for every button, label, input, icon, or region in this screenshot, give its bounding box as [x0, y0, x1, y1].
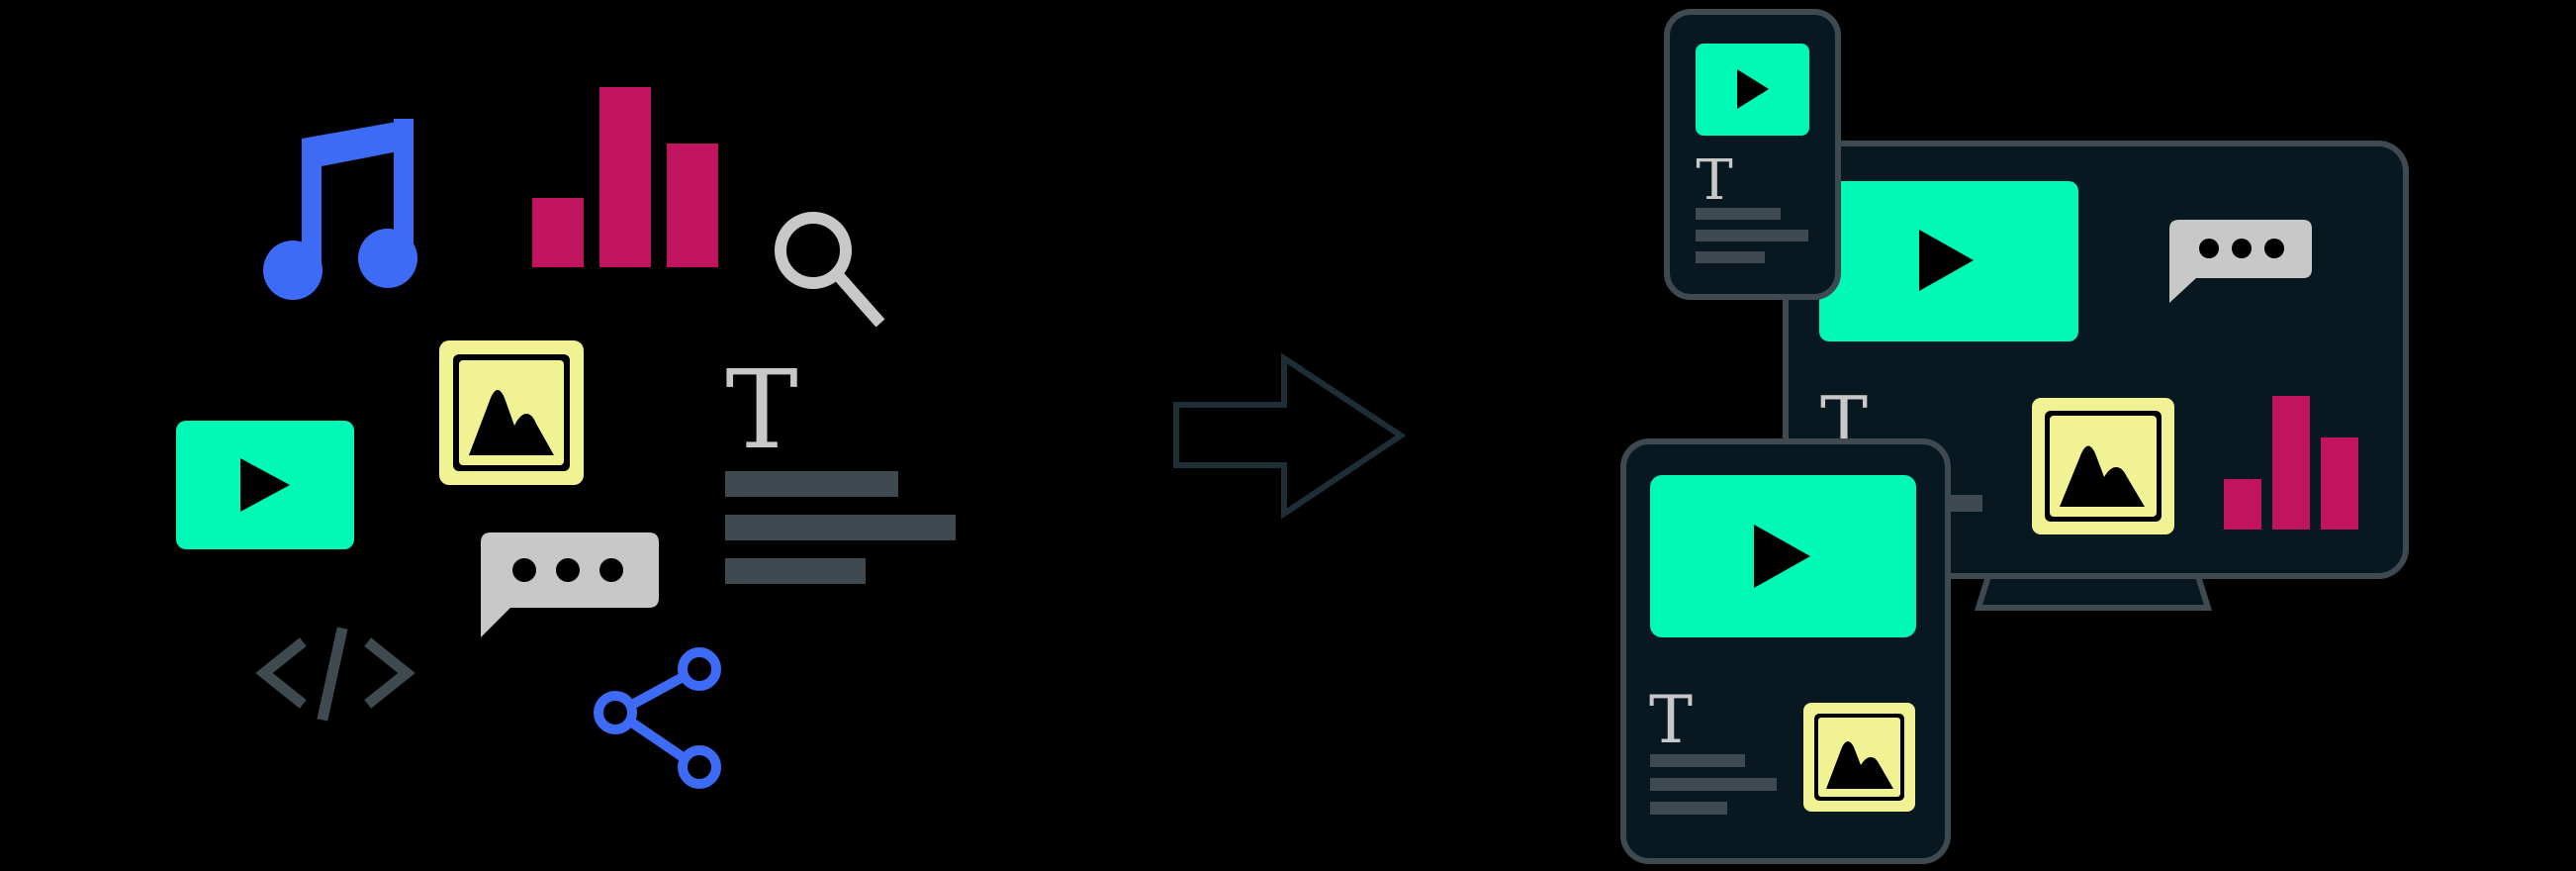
phone-text-line [1696, 230, 1808, 242]
bar-chart-icon [532, 87, 718, 267]
phone-text-line [1696, 208, 1781, 220]
image-icon [439, 340, 584, 485]
tablet-text-line [1650, 778, 1777, 791]
tv-play-icon [1819, 181, 2078, 341]
text-line [725, 515, 956, 540]
text-block-icon: T [725, 346, 956, 584]
tv-image-icon [2032, 398, 2174, 534]
tablet-text-T-icon: T [1649, 682, 1693, 758]
content-to-devices-diagram: T T T T [0, 0, 2576, 871]
devices-group: T T T [1620, 9, 2409, 864]
tablet-image-icon [1803, 703, 1915, 812]
phone-text-line [1696, 251, 1765, 263]
tablet-text-line [1650, 754, 1745, 767]
share-icon [594, 647, 721, 789]
play-icon [176, 421, 354, 549]
tablet-text-line [1650, 802, 1727, 815]
text-line [725, 558, 866, 584]
phone-play-icon [1696, 44, 1809, 136]
right-arrow-icon [1173, 352, 1407, 520]
magnifier-icon [775, 212, 885, 328]
text-T-icon: T [725, 346, 797, 473]
diagram-canvas: T T T T [176, 9, 2409, 864]
chat-bubble-icon [481, 532, 659, 637]
phone-device: T [1664, 9, 1841, 300]
phone-text-T-icon: T [1696, 148, 1732, 213]
code-brackets-icon [255, 627, 415, 722]
tablet-play-icon [1650, 475, 1916, 637]
tv-stand [1974, 573, 2213, 611]
text-line [725, 471, 898, 497]
tablet-device: T [1620, 438, 1951, 864]
music-note-icon [263, 119, 417, 300]
content-icons-cluster: T [176, 87, 956, 789]
